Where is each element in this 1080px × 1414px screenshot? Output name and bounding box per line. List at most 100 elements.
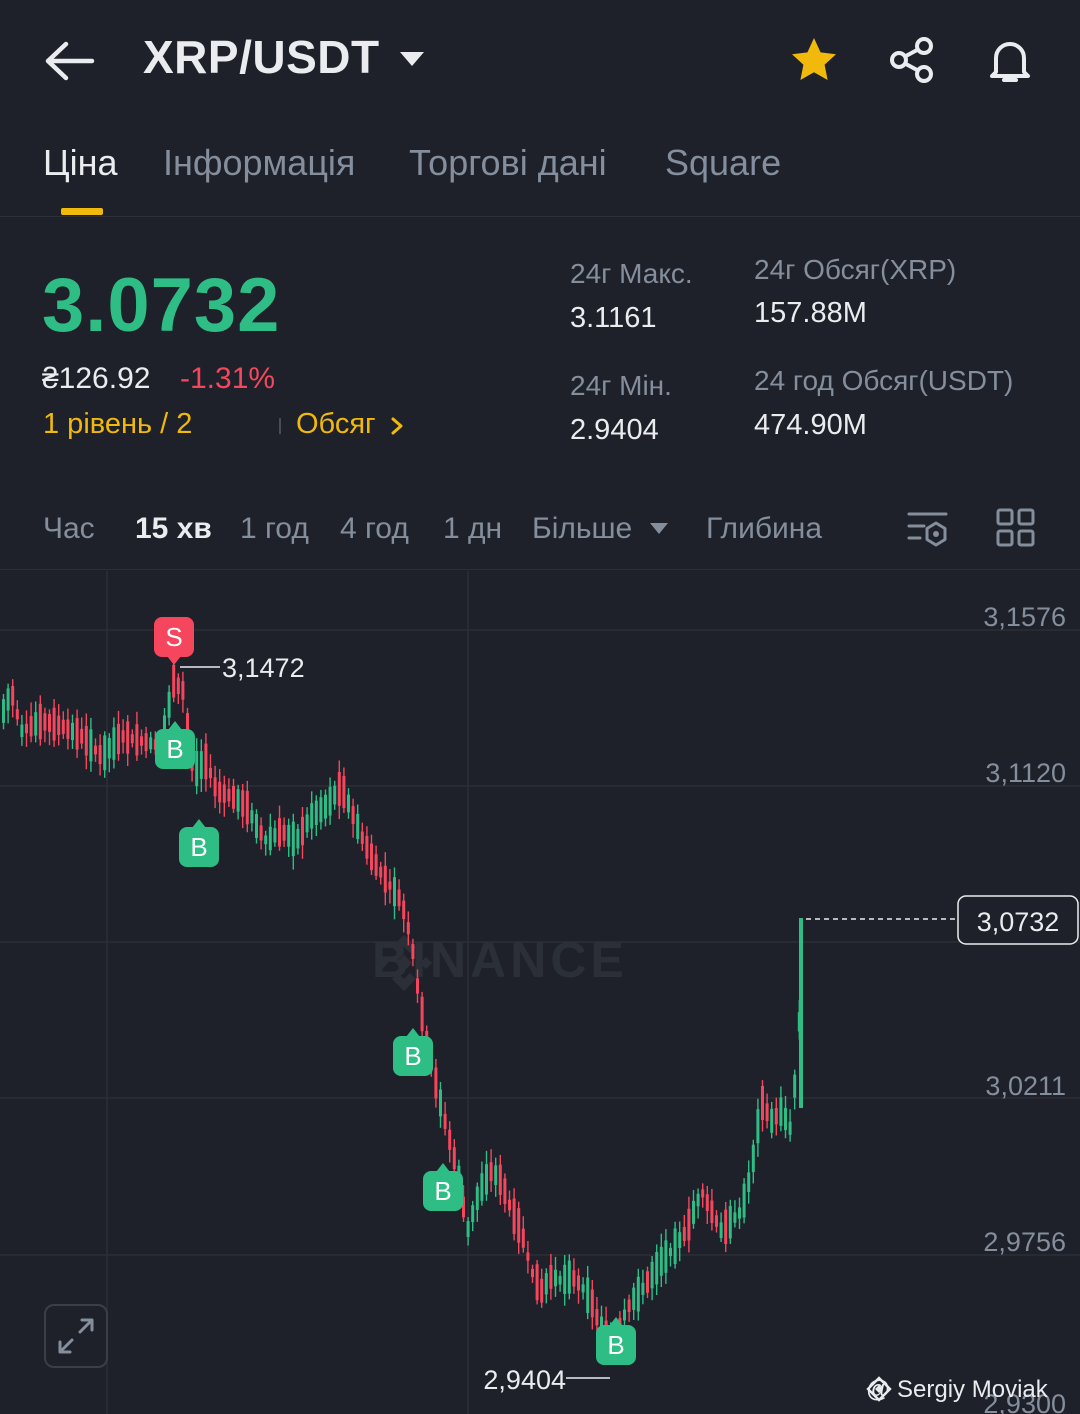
- candle-body: [25, 723, 28, 734]
- volume-link[interactable]: Обсяг: [296, 408, 376, 441]
- candle-body: [287, 824, 291, 847]
- candle-body: [480, 1173, 484, 1201]
- candle-body: [232, 785, 235, 809]
- candle-body: [489, 1162, 493, 1182]
- caret-down-icon[interactable]: [400, 52, 424, 66]
- price-change-percent: -1.31%: [180, 362, 276, 395]
- candle-body: [66, 719, 70, 739]
- marker-pointer: [406, 1028, 420, 1037]
- interval-bar: Час 15 хв 1 год 4 год 1 дн Більше Глибин…: [0, 490, 1080, 570]
- candle-body: [471, 1205, 475, 1223]
- candle-body: [443, 1113, 447, 1129]
- share-icon[interactable]: [886, 34, 938, 86]
- interval-4h[interactable]: 4 год: [340, 512, 409, 546]
- candle-body: [696, 1193, 700, 1207]
- candle-body: [342, 775, 346, 809]
- interval-15m[interactable]: 15 хв: [135, 512, 212, 546]
- interval-1d[interactable]: 1 дн: [443, 512, 502, 546]
- candle-body: [659, 1246, 663, 1276]
- candle-body: [434, 1067, 438, 1099]
- level-link[interactable]: 1 рівень / 2: [43, 408, 192, 441]
- chevron-right-icon[interactable]: [388, 416, 406, 436]
- last-price: 3.0732: [42, 263, 281, 348]
- candle-body: [6, 688, 10, 711]
- low-24h-label: 24г Мін.: [570, 370, 672, 401]
- pair-title[interactable]: XRP/USDT: [143, 30, 380, 84]
- interval-time[interactable]: Час: [43, 512, 95, 546]
- candle-body: [328, 786, 332, 816]
- candle-body: [779, 1097, 783, 1126]
- vol-base-value: 157.88M: [754, 297, 867, 329]
- active-tab-indicator: [61, 208, 103, 215]
- candle-body: [498, 1164, 502, 1195]
- binance-square-icon: [866, 1376, 892, 1402]
- candle-body: [747, 1172, 751, 1192]
- back-arrow-icon[interactable]: [44, 38, 96, 84]
- candle-body: [393, 877, 396, 907]
- candle-body: [250, 810, 254, 824]
- candle-body: [126, 721, 130, 754]
- tab-square[interactable]: Square: [665, 142, 781, 184]
- candle-body: [733, 1212, 737, 1223]
- candle-body: [227, 788, 231, 802]
- credit-text: @ Sergiy Moviak: [866, 1376, 1048, 1403]
- indicator-settings-icon[interactable]: [906, 506, 950, 550]
- y-tick-label: 3,0211: [985, 1071, 1066, 1101]
- caret-down-icon[interactable]: [650, 523, 668, 534]
- candle-body: [494, 1165, 498, 1185]
- candle-body: [411, 944, 415, 959]
- depth-tab[interactable]: Глибина: [706, 512, 822, 546]
- divider: [279, 418, 281, 434]
- candle-body: [20, 724, 24, 738]
- candle-body: [692, 1200, 695, 1224]
- fullscreen-button[interactable]: [44, 1304, 108, 1368]
- candle-body: [29, 715, 33, 737]
- vol-quote-label: 24 год Обсяг(USDT): [754, 365, 1014, 396]
- candle-body: [365, 835, 369, 859]
- candle-body: [728, 1205, 732, 1239]
- candle-body: [130, 734, 134, 744]
- candle-body: [799, 918, 803, 1108]
- candle-body: [319, 797, 323, 823]
- candle-body: [374, 854, 378, 876]
- tab-info[interactable]: Інформація: [163, 142, 355, 184]
- candle-body: [669, 1247, 672, 1257]
- candle-body: [278, 818, 281, 847]
- candle-body: [301, 816, 304, 846]
- bell-icon[interactable]: [984, 34, 1036, 86]
- interval-1h[interactable]: 1 год: [240, 512, 309, 546]
- star-icon[interactable]: [788, 34, 840, 86]
- candle-body: [209, 767, 212, 779]
- marker-pointer: [436, 1163, 450, 1172]
- candle-body: [117, 723, 120, 755]
- candle-body: [370, 843, 373, 871]
- candle-body: [314, 800, 318, 825]
- candle-body: [627, 1299, 631, 1313]
- candle-body: [383, 865, 387, 893]
- vol-base-label: 24г Обсяг(XRP): [754, 254, 957, 285]
- candle-body: [89, 729, 93, 762]
- candle-body: [199, 751, 203, 779]
- layout-grid-icon[interactable]: [994, 506, 1038, 550]
- high-24h-label: 24г Макс.: [570, 258, 693, 289]
- candle-body: [751, 1144, 755, 1173]
- tab-price[interactable]: Ціна: [43, 142, 118, 184]
- price-chart[interactable]: BINANCE 3,1576 3,1120 3,0211 2,9756 2,9300 3,…: [0, 571, 1080, 1414]
- marker-label: B: [166, 734, 183, 764]
- tab-trading-data[interactable]: Торгові дані: [409, 142, 607, 184]
- candle-body: [38, 703, 42, 740]
- candle-body: [655, 1251, 659, 1285]
- candle-body: [416, 978, 419, 994]
- candle-body: [144, 733, 148, 752]
- candle-body: [245, 790, 249, 825]
- candle-body: [149, 737, 153, 750]
- interval-more[interactable]: Більше: [532, 512, 632, 546]
- candle-body: [586, 1277, 590, 1314]
- candle-body: [508, 1199, 511, 1211]
- candle-body: [2, 699, 5, 723]
- candle-body: [581, 1284, 585, 1293]
- candle-body: [738, 1207, 741, 1219]
- uah-price: ₴126.92: [42, 362, 151, 395]
- marker-pointer: [192, 819, 206, 828]
- candle-body: [181, 681, 185, 700]
